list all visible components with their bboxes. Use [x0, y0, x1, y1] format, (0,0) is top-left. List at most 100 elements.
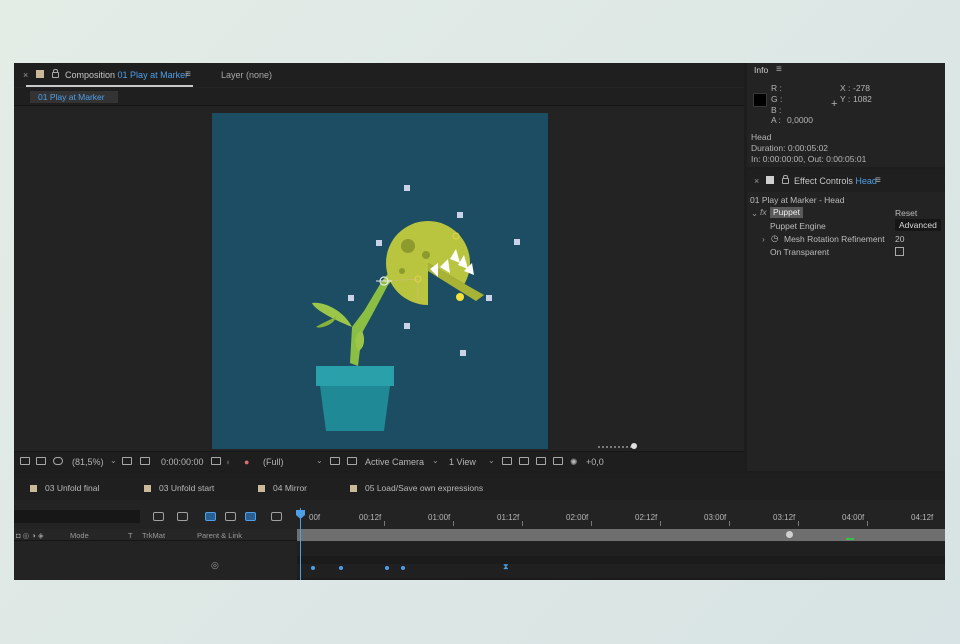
transform-handle[interactable] — [486, 295, 492, 301]
hourglass-keyframe-icon[interactable]: ⧗ — [503, 562, 509, 572]
on-transparent-checkbox[interactable] — [895, 247, 904, 256]
flowchart-icon[interactable] — [536, 457, 546, 465]
chevron-down-icon[interactable]: ⌄ — [316, 456, 323, 465]
track-row — [297, 542, 945, 556]
chevron-down-icon[interactable]: ⌄ — [110, 456, 117, 465]
monitor-icon[interactable] — [36, 457, 46, 465]
tab-layer[interactable]: Layer (none) — [221, 70, 272, 80]
toggle-pixel-icon[interactable] — [502, 457, 512, 465]
b-label: B : — [771, 105, 782, 115]
frame-blending-icon[interactable] — [225, 512, 236, 521]
effect-path: 01 Play at Marker - Head — [750, 195, 845, 205]
reset-exposure-icon[interactable]: ✺ — [570, 457, 578, 468]
transparency-grid-icon[interactable] — [330, 457, 340, 465]
work-area-bar[interactable] — [297, 529, 945, 541]
marker-icon[interactable] — [786, 531, 793, 538]
track-area[interactable]: ⧗ — [297, 542, 945, 580]
close-panel-button[interactable]: × — [754, 176, 759, 186]
panel-menu-icon[interactable]: ≡ — [185, 69, 191, 80]
close-panel-button[interactable]: × — [23, 70, 28, 80]
timeline-search-input[interactable] — [14, 510, 140, 523]
composition-canvas[interactable] — [212, 113, 548, 449]
ruler-label: 03:00f — [704, 513, 727, 522]
draft-3d-icon[interactable] — [177, 512, 188, 521]
transform-handle[interactable] — [348, 295, 354, 301]
chevron-down-icon[interactable]: ⌄ — [432, 456, 439, 465]
timeline-tab-label: 04 Mirror — [273, 483, 308, 493]
chevron-right-icon[interactable]: › — [762, 234, 765, 244]
transform-handle[interactable] — [457, 212, 463, 218]
timeline-tabs: 03 Unfold final 03 Unfold start 04 Mirro… — [14, 474, 945, 500]
grid-icon[interactable] — [122, 457, 132, 465]
pot-body — [320, 386, 390, 431]
transform-handle[interactable] — [404, 323, 410, 329]
resolution-dropdown[interactable]: (Full) — [263, 457, 284, 467]
stopwatch-icon[interactable]: ◷ — [771, 233, 778, 244]
transform-handle[interactable] — [514, 239, 520, 245]
ruler-tick — [798, 521, 799, 526]
parent-pickwhip-icon[interactable]: ◎ — [211, 560, 219, 571]
camera-dropdown[interactable]: Active Camera — [365, 457, 424, 467]
always-preview-icon[interactable] — [20, 457, 30, 465]
keyframe[interactable] — [401, 566, 405, 570]
lock-icon[interactable] — [52, 69, 59, 78]
mesh-rotation-value[interactable]: 20 — [895, 234, 904, 244]
views-dropdown[interactable]: 1 View — [449, 457, 476, 467]
lock-icon[interactable] — [782, 175, 789, 184]
ruler-tick — [867, 521, 868, 526]
effect-name[interactable]: Puppet — [770, 207, 803, 218]
keyframe[interactable] — [339, 566, 343, 570]
reset-link[interactable]: Reset — [895, 208, 917, 218]
on-transparent-label: On Transparent — [770, 247, 830, 257]
chevron-down-icon[interactable]: ⌄ — [488, 456, 495, 465]
transform-handle[interactable] — [460, 350, 466, 356]
timeline-tab-unfold-final[interactable]: 03 Unfold final — [30, 483, 99, 493]
panel-menu-icon[interactable]: ≡ — [776, 64, 782, 75]
zoom-dropdown[interactable]: (81,5%) — [72, 457, 104, 467]
timeline-tab-unfold-start[interactable]: 03 Unfold start — [144, 483, 214, 493]
column-parent[interactable]: Parent & Link — [197, 531, 242, 540]
r-label: R : — [771, 83, 782, 93]
ruler-label: 01:00f — [428, 513, 451, 522]
fast-previews-icon[interactable] — [553, 457, 563, 465]
column-t[interactable]: T — [128, 531, 133, 540]
time-ruler[interactable]: 00f 00:12f 01:00f 01:12f 02:00f 02:12f 0… — [297, 508, 945, 526]
effect-controls-header: × Effect Controls Head ≡ — [747, 170, 945, 192]
graph-editor-icon[interactable] — [271, 512, 282, 521]
subtab-comp[interactable]: 01 Play at Marker — [30, 91, 118, 103]
column-trkmat[interactable]: TrkMat — [142, 531, 165, 540]
transform-handle[interactable] — [404, 185, 410, 191]
puppet-engine-dropdown[interactable]: Advanced — [895, 219, 941, 231]
column-switch-icons[interactable]: ◘ ◎ ◑ ◈ — [16, 531, 44, 540]
tab-composition[interactable]: Composition 01 Play at Marker — [65, 70, 188, 80]
a-value: 0,0000 — [787, 115, 813, 125]
timeline-tab-mirror[interactable]: 04 Mirror — [258, 483, 307, 493]
vr-icon[interactable] — [53, 457, 63, 465]
panel-menu-icon[interactable]: ≡ — [875, 175, 881, 186]
shy-layers-icon[interactable] — [205, 512, 216, 521]
fx-icon[interactable]: fx — [760, 207, 767, 217]
keyframe[interactable] — [311, 566, 315, 570]
leaf-small — [316, 317, 336, 328]
timeline-tab-expressions[interactable]: 05 Load/Save own expressions — [350, 483, 483, 493]
transform-handle[interactable] — [376, 240, 382, 246]
tab-effect-controls[interactable]: Effect Controls Head — [794, 176, 877, 186]
column-mode[interactable]: Mode — [70, 531, 89, 540]
keyframe[interactable] — [385, 566, 389, 570]
timecode-display[interactable]: 0:00:00:00 — [161, 457, 204, 467]
chevron-down-icon[interactable]: ⌄ — [751, 208, 758, 219]
motion-blur-icon[interactable] — [245, 512, 256, 521]
info-title[interactable]: Info — [754, 65, 768, 75]
composition-viewer[interactable] — [14, 107, 744, 451]
ruler-tick — [453, 521, 454, 526]
comp-flowchart-icon[interactable] — [153, 512, 164, 521]
mask-visibility-icon[interactable] — [347, 457, 357, 465]
draft-3d-icon[interactable] — [519, 457, 529, 465]
mesh-rotation-label: Mesh Rotation Refinement — [784, 234, 885, 244]
region-of-interest-icon[interactable] — [140, 457, 150, 465]
camera-snapshot-icon[interactable] — [211, 457, 221, 465]
channel-icon[interactable]: ● — [244, 457, 249, 467]
show-snapshot-icon[interactable]: ◐ — [226, 457, 231, 467]
exposure-value[interactable]: +0,0 — [586, 457, 604, 467]
timeline-panel: 03 Unfold final 03 Unfold start 04 Mirro… — [14, 474, 945, 580]
